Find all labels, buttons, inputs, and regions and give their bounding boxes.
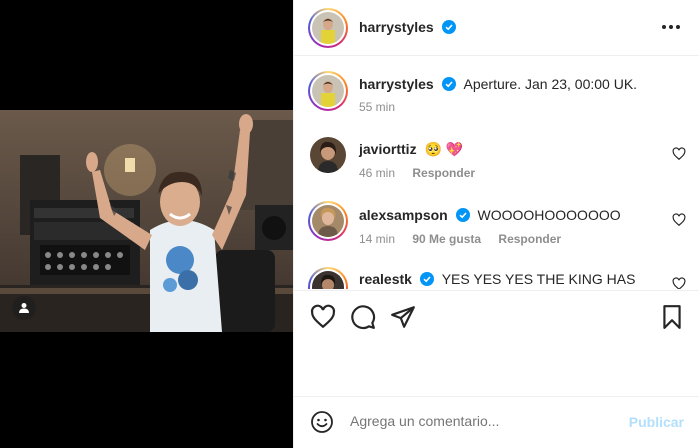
likes-area — [294, 340, 699, 396]
comments-list[interactable]: harrystyles Aperture. Jan 23, 00:00 UK. … — [294, 57, 699, 289]
heart-icon[interactable] — [672, 277, 686, 289]
caption-username[interactable]: harrystyles — [359, 76, 434, 92]
publish-button[interactable]: Publicar — [629, 414, 684, 430]
heart-icon[interactable] — [310, 304, 336, 330]
comment-emoji: 🥺 — [424, 141, 442, 157]
comment-row: realestk YES YES YES THE KING HAS — [294, 267, 699, 289]
commenter-avatar[interactable] — [308, 267, 348, 289]
comment-likes[interactable]: 90 Me gusta — [412, 232, 481, 246]
caption-row: harrystyles Aperture. Jan 23, 00:00 UK. … — [294, 71, 699, 131]
smiley-icon[interactable] — [310, 410, 334, 434]
post-media[interactable] — [0, 0, 293, 448]
comment-bubble-icon[interactable] — [350, 304, 376, 330]
comment-text: WOOOOHOOOOOOO — [477, 207, 621, 223]
commenter-username[interactable]: realestk — [359, 271, 412, 287]
comment-emoji: 💖 — [445, 141, 464, 157]
heart-icon[interactable] — [672, 213, 686, 227]
bookmark-icon[interactable] — [659, 304, 685, 330]
post-panel: harrystyles harrystyles Aperture. Jan 23… — [293, 0, 699, 448]
comment-row: javiorttiz 🥺 💖 46 min Responder — [294, 137, 699, 187]
caption-text: Aperture. Jan 23, 00:00 UK. — [463, 76, 638, 92]
author-username[interactable]: harrystyles — [359, 19, 434, 35]
comment-time: 46 min — [359, 166, 396, 180]
commenter-username[interactable]: alexsampson — [359, 207, 448, 223]
verified-badge-icon — [441, 77, 456, 91]
reply-button[interactable]: Responder — [412, 166, 475, 180]
verified-badge-icon — [442, 20, 457, 34]
caption-avatar[interactable] — [308, 71, 348, 111]
comment-time: 14 min — [359, 232, 396, 246]
more-horizontal-icon[interactable] — [660, 17, 682, 37]
caption-time: 55 min — [359, 100, 396, 114]
action-bar — [294, 290, 699, 340]
comment-composer: Publicar — [294, 396, 699, 448]
comment-row: alexsampson WOOOOHOOOOOOO 14 min 90 Me g… — [294, 201, 699, 253]
author-avatar[interactable] — [308, 8, 348, 48]
paper-plane-icon[interactable] — [390, 304, 416, 330]
commenter-avatar[interactable] — [308, 201, 348, 241]
person-tag-icon[interactable] — [12, 296, 36, 320]
reply-button[interactable]: Responder — [498, 232, 561, 246]
comment-text: YES YES YES THE KING HAS — [441, 271, 636, 287]
commenter-username[interactable]: javiorttiz — [359, 141, 417, 157]
post-header: harrystyles — [294, 0, 699, 56]
verified-badge-icon — [455, 208, 470, 222]
verified-badge-icon — [419, 272, 434, 286]
heart-icon[interactable] — [672, 147, 686, 161]
comment-input[interactable] — [350, 413, 610, 429]
studio-photo — [0, 110, 293, 332]
commenter-avatar[interactable] — [310, 137, 346, 173]
post-photo[interactable] — [0, 110, 293, 332]
